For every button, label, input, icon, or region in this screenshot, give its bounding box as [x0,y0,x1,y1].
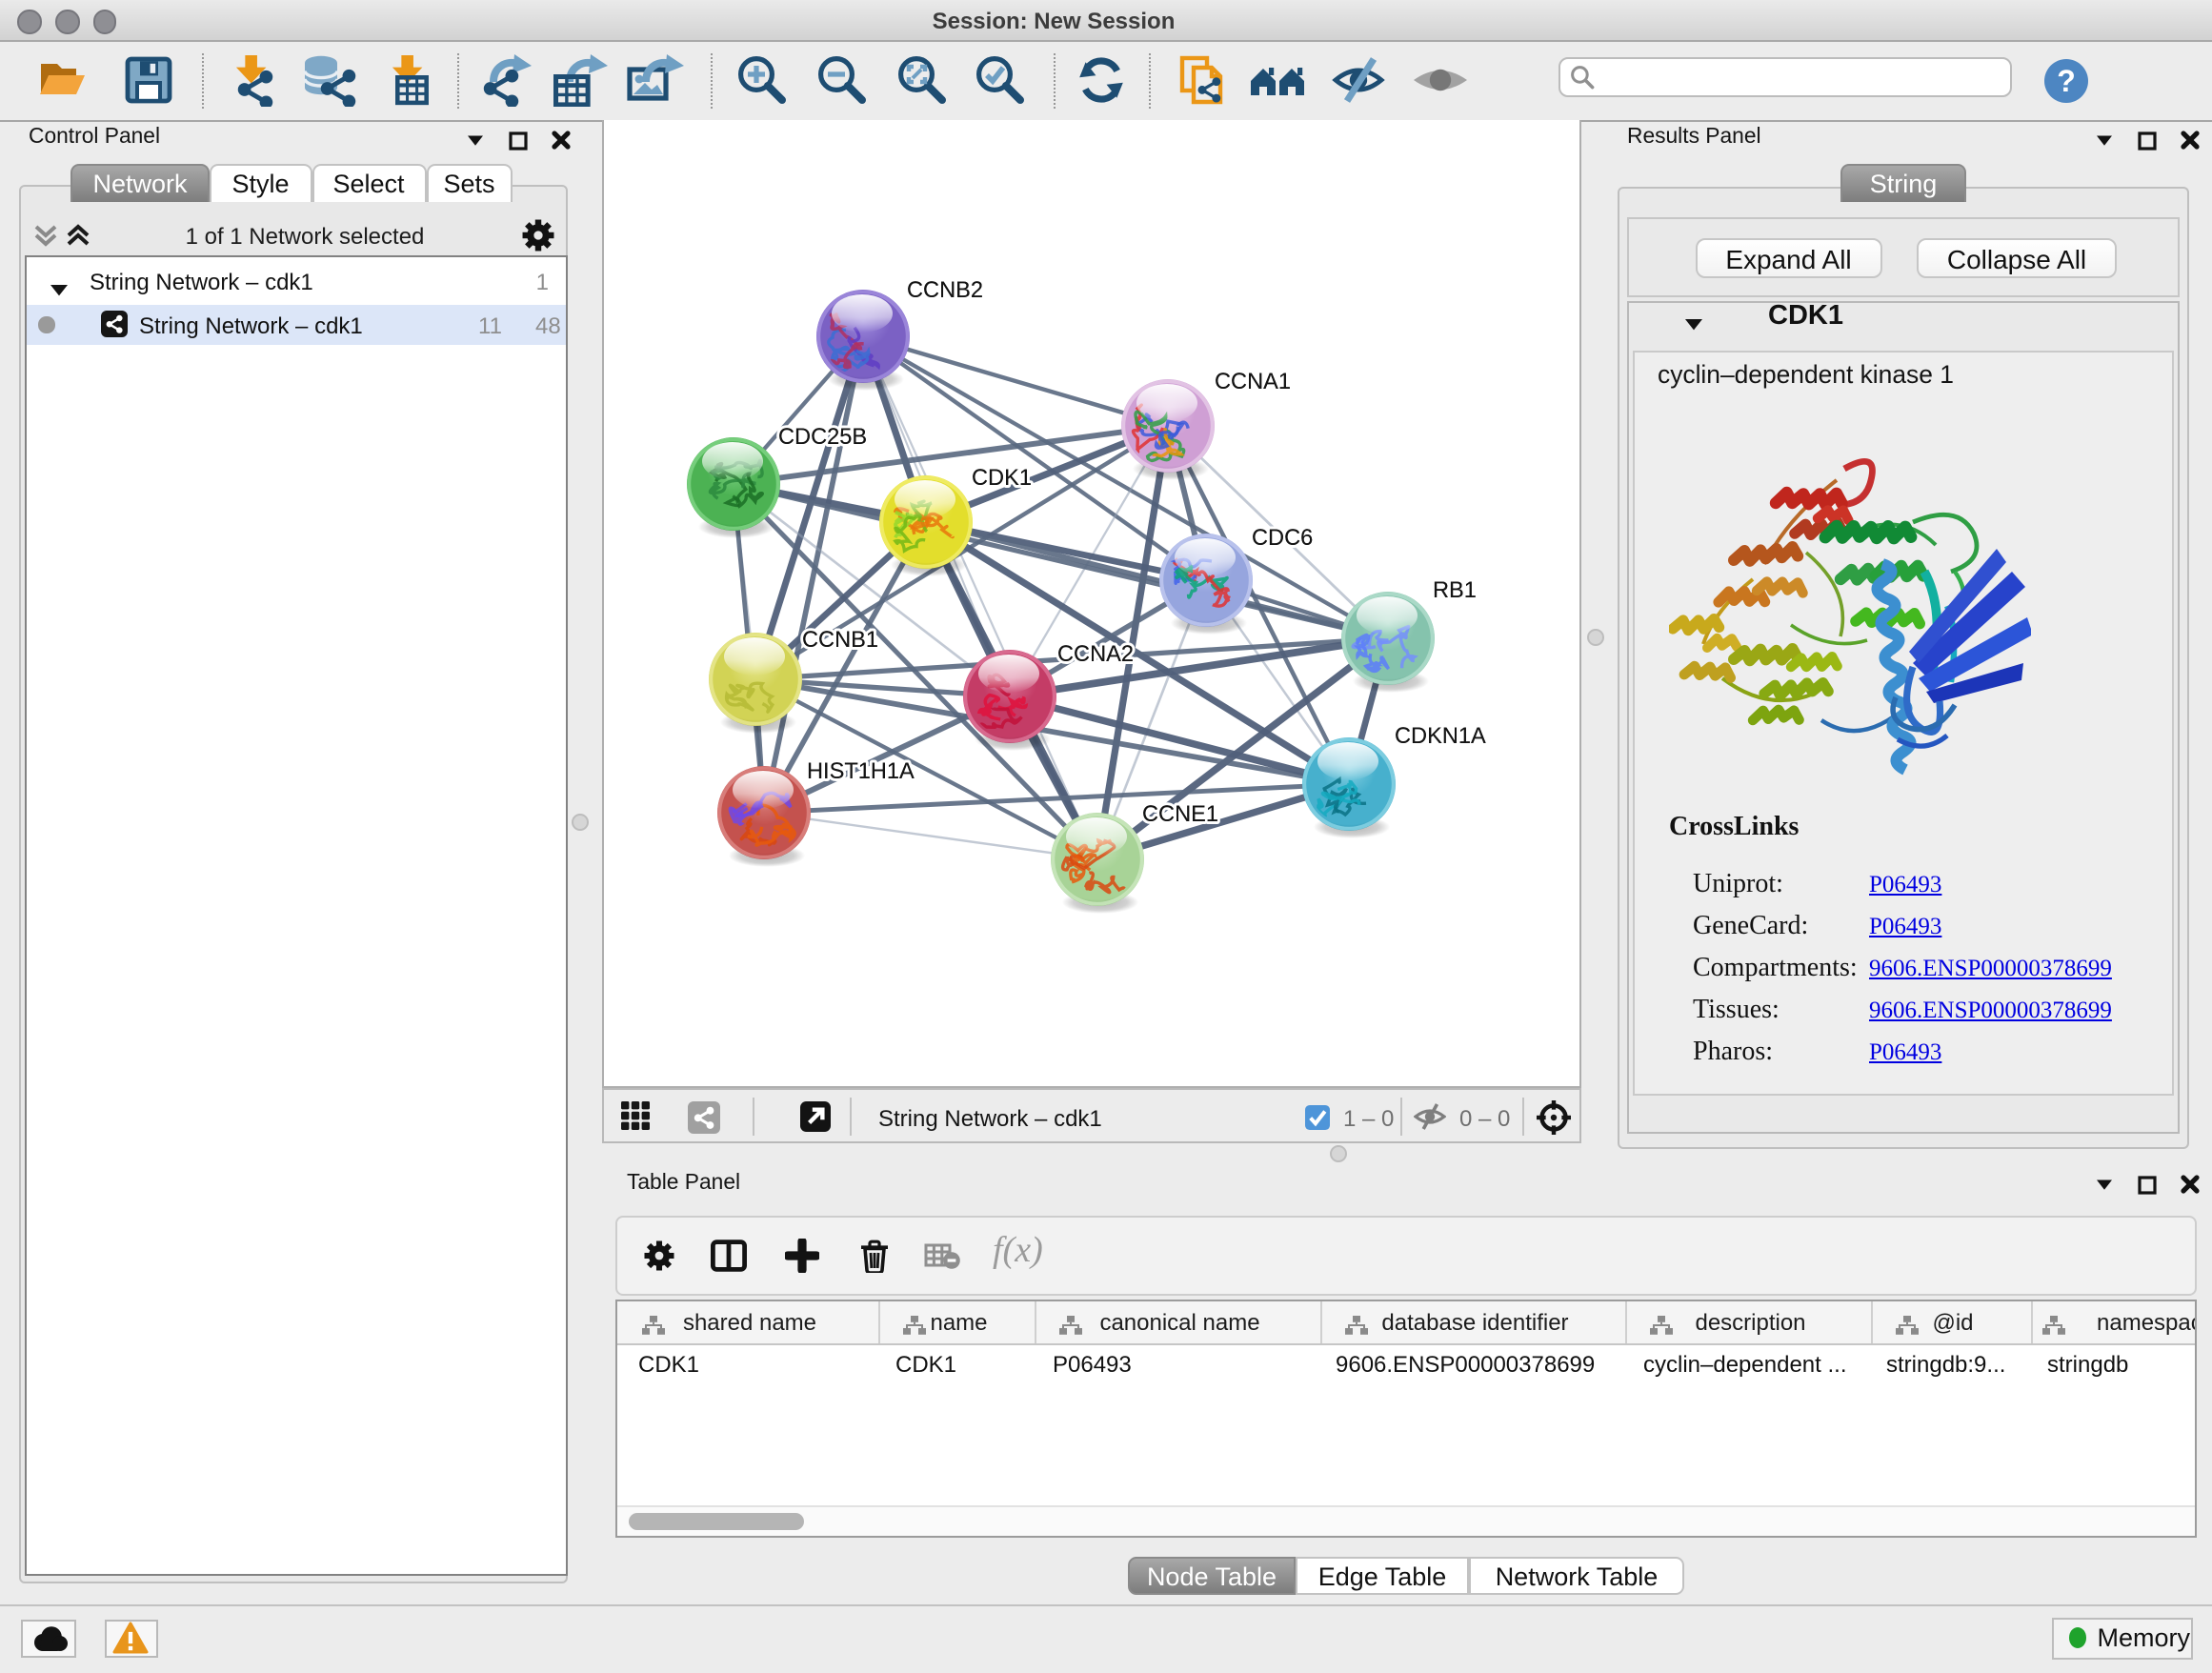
svg-text:CCNB2: CCNB2 [907,278,983,303]
svg-text:RB1: RB1 [1433,578,1477,603]
svg-text:CDK1: CDK1 [972,466,1032,491]
svg-text:CCNA2: CCNA2 [1057,642,1134,667]
svg-text:CCNB1: CCNB1 [802,628,878,653]
svg-text:CCNA1: CCNA1 [1215,370,1291,394]
svg-text:CDKN1A: CDKN1A [1395,724,1486,749]
svg-text:HIST1H1A: HIST1H1A [807,759,915,784]
svg-text:CCNE1: CCNE1 [1142,802,1218,827]
svg-text:CDC6: CDC6 [1252,526,1313,551]
svg-text:?: ? [2056,63,2075,97]
svg-text:CDC25B: CDC25B [778,425,867,450]
